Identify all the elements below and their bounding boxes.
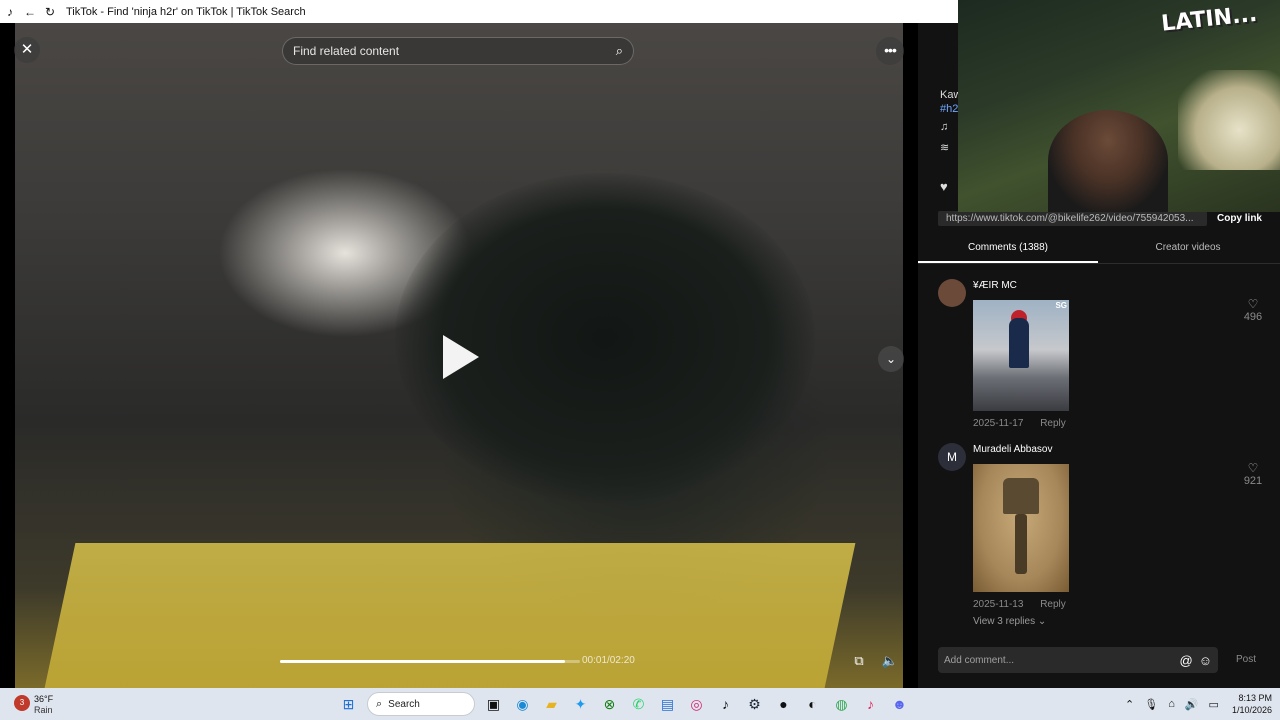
mention-icon[interactable]: @ [1180,653,1193,668]
comment-date: 2025-11-13 [973,599,1024,610]
reply-button[interactable]: Reply [1040,418,1066,429]
image-watermark: SG [1055,301,1067,310]
piston-image [1003,478,1039,514]
tab-creator-videos[interactable]: Creator videos [1098,236,1278,263]
streamer-image [1048,110,1168,212]
task-view-icon[interactable]: ▣ [479,692,508,716]
discord-icon[interactable]: ☻ [885,692,914,716]
comment-like[interactable]: ♡ 496 [1238,297,1268,323]
whatsapp-icon[interactable]: ✆ [624,692,653,716]
avatar[interactable] [938,279,966,307]
like-count: 496 [1243,311,1263,323]
search-icon[interactable]: ⌕ [616,43,623,59]
video-timecode: 00:01/02:20 [582,655,635,666]
network-icon[interactable]: ⌂ [1168,698,1175,710]
tiktok-icon: ♪ [7,4,13,19]
comment-date: 2025-11-17 [973,418,1024,429]
volume-icon[interactable]: 🔈 [881,653,899,669]
comment-image[interactable]: SG [973,300,1069,411]
system-tray: ⌃ 🎙 ⌂ 🔊 ▭ 8:13 PM 1/10/2026 [1120,691,1272,717]
taskbar-apps: ⊞ ⌕ Search ▣ ◉ ▰ ✦ ⊗ ✆ ▤ ◎ ♪ ⚙ ● ◐ ◍ ♪ ☻ [334,692,914,716]
video-progress-bar[interactable] [280,660,580,663]
comment-meta: 2025-11-17 Reply [973,418,1066,429]
graffiti-wall: LATIN... [1160,1,1259,37]
effect-icon: ≋ [940,142,950,154]
avatar[interactable]: M [938,443,966,471]
twitter-icon[interactable]: ✦ [566,692,595,716]
clock[interactable]: 8:13 PM 1/10/2026 [1232,692,1272,716]
comment-input[interactable]: Add comment... @ ☺ [938,647,1218,673]
reply-button[interactable]: Reply [1040,599,1066,610]
taskbar-search[interactable]: ⌕ Search [367,692,475,716]
back-arrow-icon[interactable]: ← [20,5,40,19]
post-button[interactable]: Post [1236,654,1256,665]
tiktok-live-icon[interactable]: ♪ [856,692,885,716]
browser-titlebar: ♪ ← ↻ TikTok - Find 'ninja h2r' on TikTo… [0,0,958,23]
heart-outline-icon[interactable]: ♡ [1238,461,1268,475]
store-icon[interactable]: ▤ [653,692,682,716]
comment-like[interactable]: ♡ 921 [1238,461,1268,487]
window-title: TikTok - Find 'ninja h2r' on TikTok | Ti… [66,5,306,18]
comment-placeholder: Add comment... [944,654,1015,666]
steam-icon[interactable]: ⚙ [740,692,769,716]
weather-widget[interactable]: 3 36°F Rain [10,691,70,717]
video-progress-fill [280,660,565,663]
comment-image[interactable] [973,464,1069,592]
clock-date: 1/10/2026 [1231,705,1272,715]
microphone-icon[interactable]: 🎙 [1144,698,1158,711]
xbox-icon[interactable]: ⊗ [595,692,624,716]
edge-icon[interactable]: ◉ [508,692,537,716]
panel-tabs: Comments (1388) Creator videos [918,236,1280,264]
like-count: 921 [1243,475,1263,487]
comment-username[interactable]: Muradeli Abbasov [973,444,1053,455]
like-heart-icon[interactable]: ♥ [940,179,948,194]
comment-username[interactable]: ¥ÆIR MC [973,280,1017,291]
webcam-overlay: LATIN... [958,0,1280,212]
battery-icon[interactable]: ▭ [1209,698,1219,711]
view-replies-link[interactable]: View 3 replies ⌄ [973,616,1046,627]
chevron-up-icon[interactable]: ⌃ [1125,698,1134,711]
taskbar-search-label: Search [388,698,420,710]
comment-meta: 2025-11-13 Reply [973,599,1066,610]
pip-icon[interactable]: ⧉ [850,653,868,669]
speaker-icon[interactable]: 🔊 [1185,698,1199,711]
file-explorer-icon[interactable]: ▰ [537,692,566,716]
clock-time: 8:13 PM [1238,693,1272,703]
start-icon[interactable]: ⊞ [334,692,363,716]
close-button[interactable]: ✕ [14,37,40,63]
copy-link-button[interactable]: Copy link [1207,213,1262,224]
connecting-rod-image [1015,514,1027,574]
weather-alert-badge: 3 [14,695,30,711]
related-content-search[interactable]: Find related content ⌕ [282,37,634,65]
refresh-icon[interactable]: ↻ [40,5,60,19]
share-url[interactable]: https://www.tiktok.com/@bikelife262/vide… [938,210,1207,226]
play-icon[interactable] [443,335,479,379]
emoji-icon[interactable]: ☺ [1199,653,1212,668]
weather-temp: 36°F [34,694,54,704]
tiktok-icon[interactable]: ♪ [711,692,740,716]
heart-outline-icon[interactable]: ♡ [1238,297,1268,311]
obs-icon[interactable]: ● [769,692,798,716]
music-icon: ♫ [940,121,949,133]
instagram-icon[interactable]: ◎ [682,692,711,716]
video-player[interactable]: ✕ Find related content ⌕ ••• ⌄ 00:01/02:… [0,23,918,688]
lit-wall-image [1178,70,1280,170]
search-placeholder: Find related content [293,44,400,58]
hashtag-partial[interactable]: #h2 [940,103,958,115]
rider-image [1009,318,1029,368]
next-video-button[interactable]: ⌄ [878,346,904,372]
tab-comments[interactable]: Comments (1388) [918,236,1098,263]
more-options-button[interactable]: ••• [876,37,904,65]
search-icon: ⌕ [376,697,383,710]
dyno-platform-image [44,543,856,688]
windows-taskbar: 3 36°F Rain ⊞ ⌕ Search ▣ ◉ ▰ ✦ ⊗ ✆ ▤ ◎ ♪… [0,688,1280,720]
weather-condition: Rain [34,705,53,715]
chrome-icon[interactable]: ◍ [827,692,856,716]
app-icon[interactable]: ◐ [798,692,827,716]
